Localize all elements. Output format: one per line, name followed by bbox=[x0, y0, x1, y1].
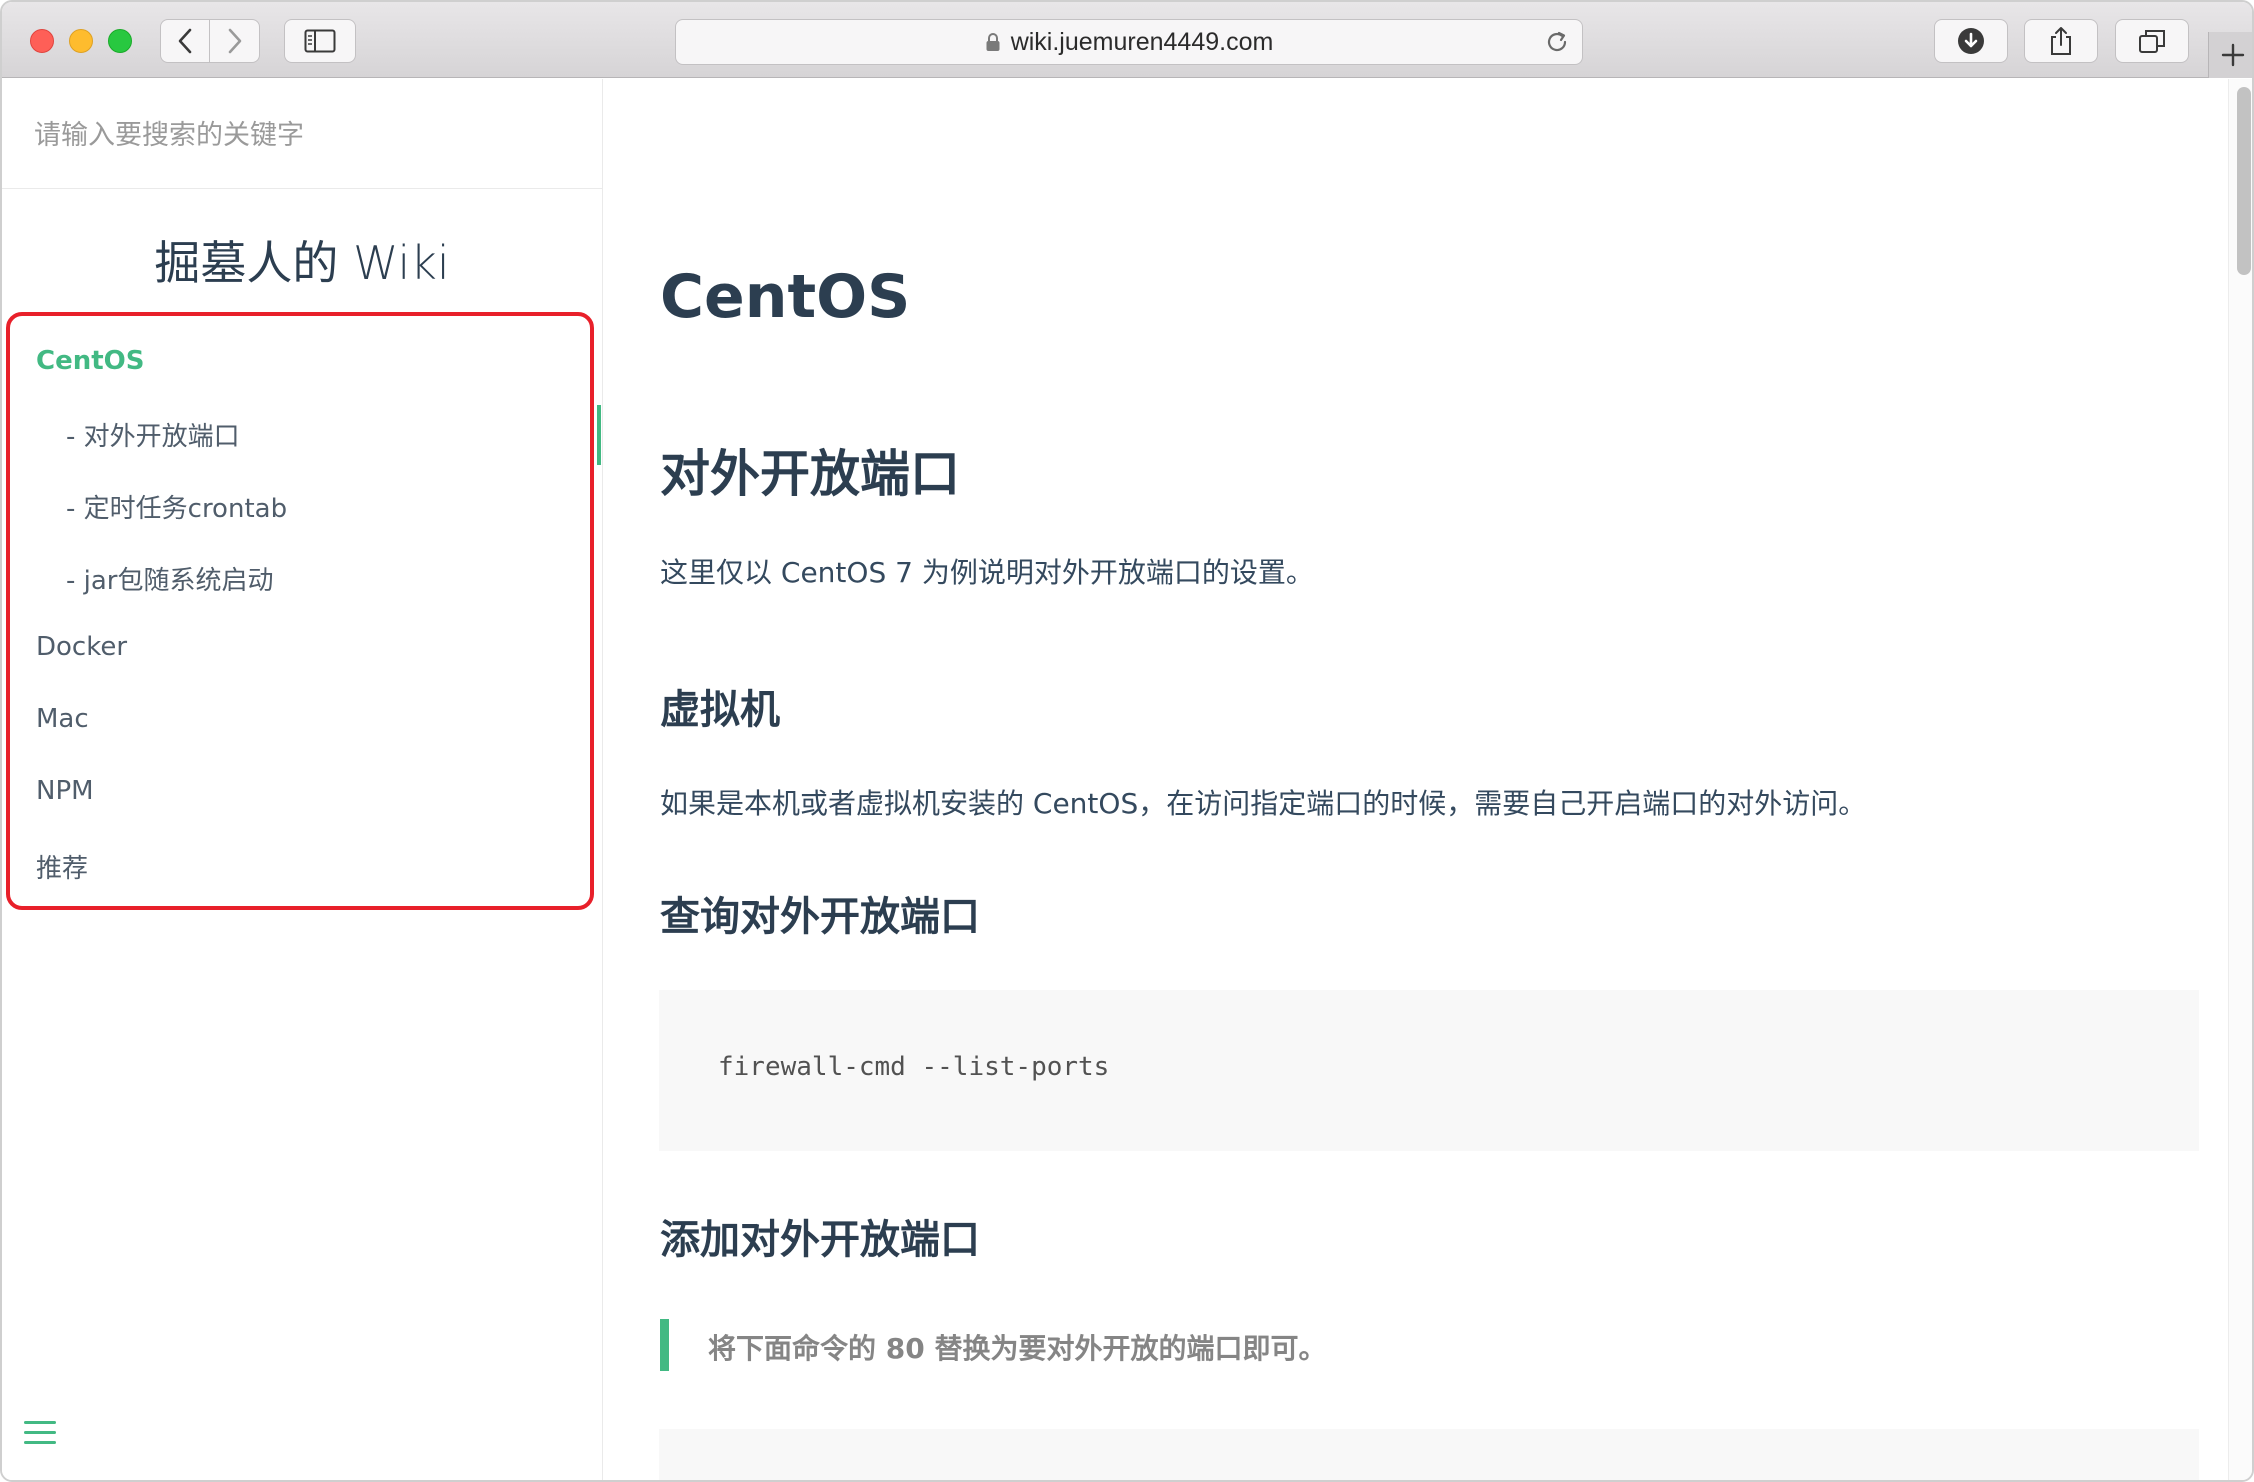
code-query-ports: firewall-cmd --list-ports bbox=[718, 1052, 1110, 1082]
nav-item-jar-autostart[interactable]: - jar包随系统启动 bbox=[66, 560, 274, 597]
docs-sidebar: 掘墓人的 Wiki CentOS - 对外开放端口 - 定时任务crontab … bbox=[2, 79, 603, 1480]
zoom-window-button[interactable] bbox=[108, 29, 132, 53]
browser-window: wiki.juemuren4449.com 掘墓人的 Wiki CentOS -… bbox=[0, 0, 2254, 1482]
nav-item-npm[interactable]: NPM bbox=[36, 776, 94, 806]
nav-item-recommend[interactable]: 推荐 bbox=[36, 848, 88, 885]
browser-toolbar: wiki.juemuren4449.com bbox=[2, 2, 2252, 78]
active-section-indicator bbox=[597, 405, 601, 465]
page-title: CentOS bbox=[660, 262, 911, 332]
downloads-button[interactable] bbox=[1934, 19, 2008, 63]
content-scrollbar[interactable] bbox=[2228, 79, 2252, 1480]
close-window-button[interactable] bbox=[30, 29, 54, 53]
blockquote-text: 将下面命令的 80 替换为要对外开放的端口即可。 bbox=[708, 1332, 1327, 1365]
tab-overview-button[interactable] bbox=[2115, 19, 2189, 63]
sidebar-nav-highlight: CentOS - 对外开放端口 - 定时任务crontab - jar包随系统启… bbox=[6, 312, 594, 910]
sidebar-toggle-icon bbox=[304, 29, 336, 53]
minimize-window-button[interactable] bbox=[69, 29, 93, 53]
new-tab-button[interactable] bbox=[2208, 32, 2252, 78]
plus-icon bbox=[2221, 43, 2244, 67]
reload-icon[interactable] bbox=[1544, 29, 1570, 62]
doc-content: CentOS 对外开放端口 这里仅以 CentOS 7 为例说明对外开放端口的设… bbox=[604, 79, 2234, 1480]
share-button[interactable] bbox=[2024, 19, 2098, 63]
code-block-query[interactable]: firewall-cmd --list-ports bbox=[659, 990, 2199, 1151]
search-box bbox=[2, 79, 602, 189]
section-heading-open-ports: 对外开放端口 bbox=[660, 445, 960, 503]
download-icon bbox=[1958, 28, 1984, 54]
forward-button[interactable] bbox=[210, 19, 260, 63]
nav-item-open-ports[interactable]: - 对外开放端口 bbox=[66, 416, 240, 453]
search-input[interactable] bbox=[34, 115, 574, 155]
section-heading-add-ports: 添加对外开放端口 bbox=[660, 1217, 980, 1263]
nav-item-docker[interactable]: Docker bbox=[36, 632, 127, 662]
nav-item-centos[interactable]: CentOS bbox=[36, 346, 144, 376]
chevron-left-icon bbox=[178, 28, 192, 54]
section-heading-query-ports: 查询对外开放端口 bbox=[660, 894, 980, 940]
url-text: wiki.juemuren4449.com bbox=[1010, 27, 1274, 56]
code-block-add[interactable] bbox=[659, 1429, 2199, 1480]
share-icon bbox=[2051, 27, 2071, 55]
scrollbar-thumb[interactable] bbox=[2237, 87, 2251, 275]
blockquote-note: 将下面命令的 80 替换为要对外开放的端口即可。 bbox=[660, 1319, 1326, 1371]
nav-item-mac[interactable]: Mac bbox=[36, 704, 89, 734]
menu-toggle-icon[interactable] bbox=[24, 1419, 56, 1447]
nav-item-crontab[interactable]: - 定时任务crontab bbox=[66, 488, 287, 525]
back-button[interactable] bbox=[160, 19, 210, 63]
tab-overview-icon bbox=[2139, 30, 2165, 53]
site-title[interactable]: 掘墓人的 Wiki bbox=[2, 227, 602, 293]
address-bar[interactable]: wiki.juemuren4449.com bbox=[675, 19, 1583, 65]
vm-paragraph: 如果是本机或者虚拟机安装的 CentOS，在访问指定端口的时候，需要自己开启端口… bbox=[660, 787, 1867, 820]
chevron-right-icon bbox=[228, 28, 241, 54]
intro-paragraph: 这里仅以 CentOS 7 为例说明对外开放端口的设置。 bbox=[660, 556, 1314, 589]
section-heading-vm: 虚拟机 bbox=[660, 687, 780, 733]
sidebar-toggle-button[interactable] bbox=[284, 19, 356, 63]
lock-icon bbox=[985, 32, 1001, 52]
